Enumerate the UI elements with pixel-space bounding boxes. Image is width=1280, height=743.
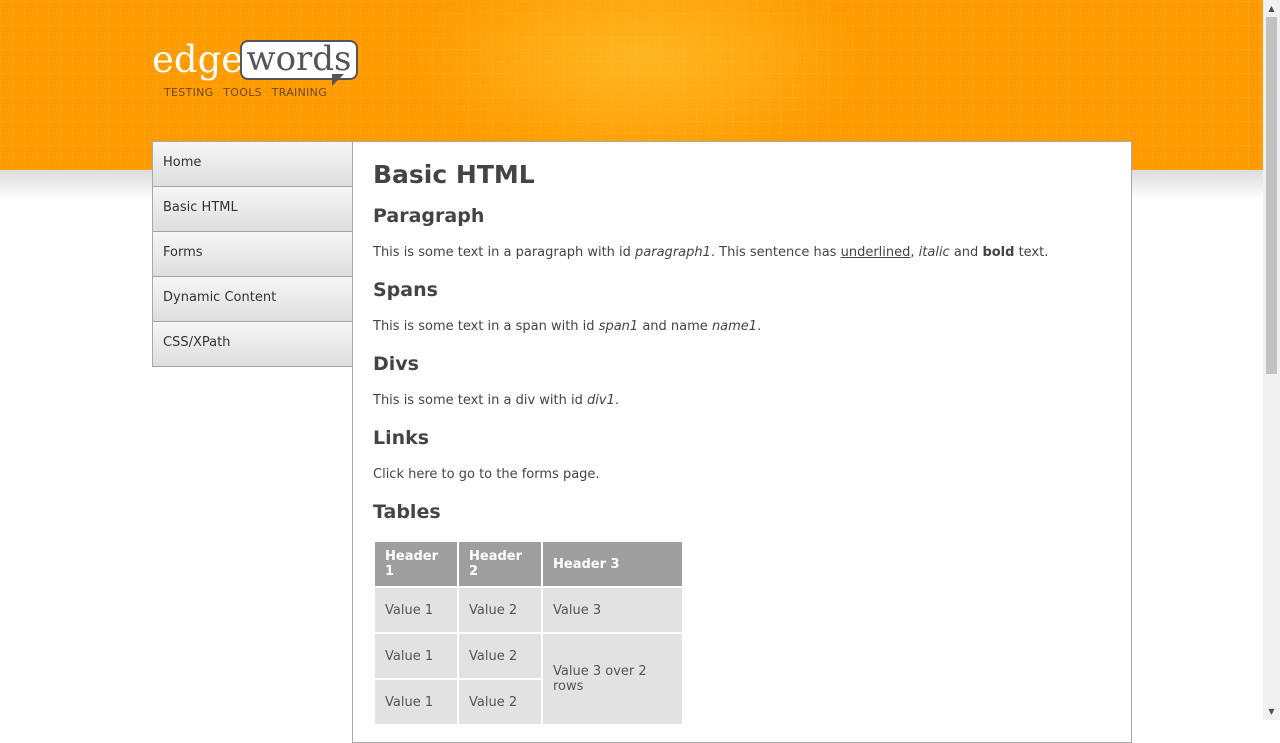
nav-item-basic-html[interactable]: Basic HTML <box>153 187 353 232</box>
edgewords-logo[interactable]: edge words TESTING TOOLS TRAINING <box>152 38 362 104</box>
page-title: Basic HTML <box>373 160 535 189</box>
table-cell: Value 1 <box>375 588 457 632</box>
table-cell: Value 1 <box>375 634 457 678</box>
links-paragraph: Click here to go to the forms page. <box>373 465 1111 485</box>
logo-tagline: TESTING TOOLS TRAINING <box>164 86 328 99</box>
span-id: span1 <box>598 319 639 334</box>
speech-bubble-tail-icon <box>332 74 344 86</box>
nav-item-dynamic-content[interactable]: Dynamic Content <box>153 277 353 322</box>
table-header-cell: Header 2 <box>459 542 541 586</box>
forms-page-link[interactable]: here <box>408 467 437 482</box>
tables-heading: Tables <box>373 501 441 523</box>
paragraph-text-2: . This sentence has <box>710 245 841 260</box>
paragraph-heading: Paragraph <box>373 205 485 227</box>
and-text: and <box>949 245 983 260</box>
paragraph-id: paragraph1 <box>635 245 711 260</box>
scroll-up-arrow-icon[interactable]: ▲ <box>1263 0 1280 17</box>
logo-words-text: words <box>246 39 352 79</box>
click-text: Click <box>373 467 404 482</box>
paragraph-text-3: text. <box>1014 245 1049 260</box>
underlined-text: underlined <box>840 245 911 260</box>
table-row: Value 1 Value 2 Value 3 over 2 rows <box>375 634 682 724</box>
values-table: Header 1 Header 2 Header 3 Value 1 Value… <box>373 540 684 726</box>
table-cell: Value 1 <box>375 680 457 724</box>
vertical-scrollbar[interactable]: ▲ ▼ <box>1263 0 1280 720</box>
links-text: to go to the forms page. <box>437 467 600 482</box>
links-heading: Links <box>373 427 430 449</box>
table-header-cell: Header 3 <box>543 542 682 586</box>
span-text-1: This is some text in a span with id <box>373 319 599 334</box>
nav-item-forms[interactable]: Forms <box>153 232 353 277</box>
nav-item-home[interactable]: Home <box>153 142 353 187</box>
table-cell-rowspan: Value 3 over 2 rows <box>543 634 682 724</box>
comma-text: , <box>910 245 919 260</box>
table-header-row: Header 1 Header 2 Header 3 <box>375 542 682 586</box>
div-text-2: . <box>614 393 619 408</box>
table-row: Value 1 Value 2 Value 3 <box>375 588 682 632</box>
table-header-cell: Header 1 <box>375 542 457 586</box>
table-cell: Value 3 <box>543 588 682 632</box>
bold-text: bold <box>982 245 1015 260</box>
table-cell: Value 2 <box>459 634 541 678</box>
table-cell: Value 2 <box>459 680 541 724</box>
divs-heading: Divs <box>373 353 419 375</box>
paragraph1: This is some text in a paragraph with id… <box>373 243 1111 263</box>
span-name: name1 <box>711 319 758 334</box>
italic-text: italic <box>918 245 950 260</box>
nav-item-css-xpath[interactable]: CSS/XPath <box>153 322 353 367</box>
scrollbar-thumb[interactable] <box>1266 17 1277 374</box>
logo-edge-text: edge <box>152 38 244 81</box>
div-id: div1 <box>587 393 615 408</box>
span1: This is some text in a span with id span… <box>373 317 1111 337</box>
div1: This is some text in a div with id div1. <box>373 391 1111 411</box>
scroll-down-arrow-icon[interactable]: ▼ <box>1263 703 1280 720</box>
span-text-3: . <box>757 319 762 334</box>
table-cell: Value 2 <box>459 588 541 632</box>
paragraph-text-1: This is some text in a paragraph with id <box>373 245 636 260</box>
div-text-1: This is some text in a div with id <box>373 393 588 408</box>
spans-heading: Spans <box>373 279 438 301</box>
span-text-2: and name <box>638 319 712 334</box>
sidebar-nav: Home Basic HTML Forms Dynamic Content CS… <box>152 141 353 367</box>
main-content: Basic HTML Paragraph This is some text i… <box>352 141 1132 743</box>
